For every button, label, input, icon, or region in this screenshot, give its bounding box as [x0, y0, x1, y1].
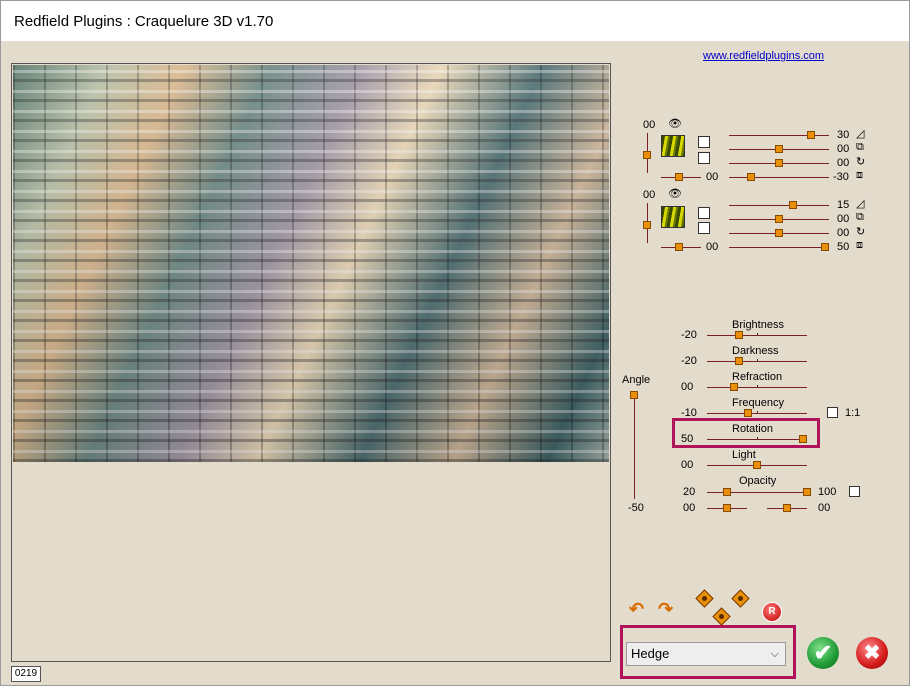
ok-button[interactable]: ✔ — [807, 637, 839, 669]
layer1-top-value: 00 — [643, 119, 656, 131]
layer2-slider-1-track[interactable] — [729, 205, 829, 206]
rotation-highlight — [672, 418, 820, 448]
layer2-left-value: 00 — [706, 241, 719, 253]
opacity-left-knob[interactable] — [723, 488, 731, 496]
undo-icon[interactable]: ↶ — [629, 599, 644, 620]
layer1-texture-thumbnail[interactable] — [661, 135, 685, 157]
bottom-right-value: 00 — [818, 502, 831, 514]
random-dice-icon[interactable] — [712, 607, 731, 626]
rotate-icon: ↻ — [856, 156, 866, 168]
layer1-slider-2-value: 00 — [837, 143, 850, 155]
opacity-right-knob[interactable] — [803, 488, 811, 496]
eye-icon[interactable]: 👁 — [668, 187, 682, 200]
title-bar: Redfield Plugins : Craquelure 3D v1.70 — [1, 1, 909, 41]
layer2-slider-1-knob[interactable] — [788, 201, 797, 209]
triangle-icon: ◿ — [856, 198, 865, 210]
bottom-right-knob[interactable] — [783, 504, 791, 512]
layer2-texture-thumbnail[interactable] — [661, 206, 685, 228]
layer2-slider-2-value: 00 — [837, 213, 850, 225]
param-value-darkness: -20 — [681, 355, 697, 367]
param-knob-refraction[interactable] — [730, 383, 738, 391]
layer1-left-value: 00 — [706, 171, 719, 183]
param-value-refraction: 00 — [681, 381, 694, 393]
triangle-mode-icon[interactable] — [698, 207, 710, 219]
window-title: Redfield Plugins : Craquelure 3D v1.70 — [14, 13, 274, 30]
mountain-icon[interactable] — [698, 136, 710, 148]
layer2-slider-3-value: 00 — [837, 227, 850, 239]
layer1-slider-3-value: 00 — [837, 157, 850, 169]
scale-icon: ⧉ — [856, 141, 864, 153]
plugin-window: Redfield Plugins : Craquelure 3D v1.70 0… — [0, 0, 910, 686]
param-knob-frequency[interactable] — [743, 409, 752, 417]
layer2-slider-4-knob[interactable] — [821, 243, 829, 251]
bottom-left-knob[interactable] — [723, 504, 731, 512]
scale-icon: ⧉ — [856, 211, 864, 223]
param-knob-darkness[interactable] — [734, 357, 743, 365]
param-value-light: 00 — [681, 459, 694, 471]
status-readout: 0219 — [11, 666, 41, 682]
checkmark-icon: ✔ — [813, 640, 833, 665]
triangle-icon: ◿ — [856, 128, 865, 140]
layer1-slider-2-knob[interactable] — [775, 145, 783, 153]
layer2-slider-2-knob[interactable] — [775, 215, 783, 223]
param-center-tick — [757, 333, 758, 336]
cancel-button[interactable]: ✖ — [856, 637, 888, 669]
preview-image[interactable] — [13, 65, 609, 462]
grid-icon[interactable] — [698, 152, 710, 164]
param-label-darkness: Darkness — [732, 345, 779, 357]
layer2-slider-1-value: 15 — [837, 199, 850, 211]
ratio-label: 1:1 — [845, 407, 861, 419]
layer1-slider-3-knob[interactable] — [775, 159, 783, 167]
layer1-left-knob[interactable] — [675, 173, 683, 181]
angle-label: Angle — [622, 374, 651, 386]
opacity-left-value: 20 — [683, 486, 696, 498]
opacity-track[interactable] — [707, 492, 807, 493]
layer2-slider-3-knob[interactable] — [775, 229, 783, 237]
offset-icon: ⧈ — [856, 239, 863, 251]
layer2-left-knob[interactable] — [675, 243, 683, 251]
param-label-refraction: Refraction — [732, 371, 783, 383]
opacity-label: Opacity — [739, 475, 777, 487]
param-value-brightness: -20 — [681, 329, 697, 341]
layer2-vertical-knob[interactable] — [643, 221, 651, 229]
offset-icon: ⧈ — [856, 169, 863, 181]
param-label-light: Light — [732, 449, 756, 461]
layer1-vertical-knob[interactable] — [643, 151, 651, 159]
redo-icon[interactable]: ↷ — [658, 599, 673, 620]
bottom-left-value: 00 — [683, 502, 696, 514]
layer1-slider-1-value: 30 — [837, 129, 850, 141]
param-knob-brightness[interactable] — [734, 331, 743, 339]
param-center-tick — [757, 385, 758, 388]
preset-selected-value: Hedge — [631, 646, 670, 661]
param-center-tick — [757, 411, 758, 414]
layer1-slider-1-knob[interactable] — [807, 131, 816, 139]
layer1-slider-4-knob[interactable] — [747, 173, 756, 181]
layer1-slider-4-track[interactable] — [729, 177, 829, 178]
eye-icon[interactable]: 👁 — [668, 117, 682, 130]
preview-panel[interactable] — [11, 63, 611, 662]
layer2-slider-4-track[interactable] — [729, 247, 829, 248]
grid-icon[interactable] — [698, 222, 710, 234]
param-label-brightness: Brightness — [732, 319, 784, 331]
preset-select[interactable]: Hedge ⌵ — [626, 642, 786, 666]
close-icon: ✖ — [863, 642, 881, 664]
opacity-right-value: 100 — [818, 486, 837, 498]
angle-track[interactable] — [634, 391, 635, 499]
random-dice-icon[interactable] — [731, 589, 750, 608]
param-label-frequency: Frequency — [732, 397, 784, 409]
angle-value: -50 — [628, 502, 644, 514]
opacity-checkbox[interactable] — [849, 486, 860, 497]
rotate-icon: ↻ — [856, 226, 866, 238]
ratio-checkbox[interactable] — [827, 407, 838, 418]
random-dice-icon[interactable] — [695, 589, 714, 608]
website-link[interactable]: www.redfieldplugins.com — [703, 50, 824, 62]
layer2-slider-4-value: 50 — [837, 241, 850, 253]
param-knob-light[interactable] — [753, 461, 761, 469]
chevron-down-icon: ⌵ — [770, 648, 779, 660]
angle-knob[interactable] — [630, 391, 638, 399]
reset-button[interactable]: R — [762, 602, 782, 622]
layer1-slider-4-value: -30 — [833, 171, 849, 183]
param-center-tick — [757, 359, 758, 362]
layer2-top-value: 00 — [643, 189, 656, 201]
